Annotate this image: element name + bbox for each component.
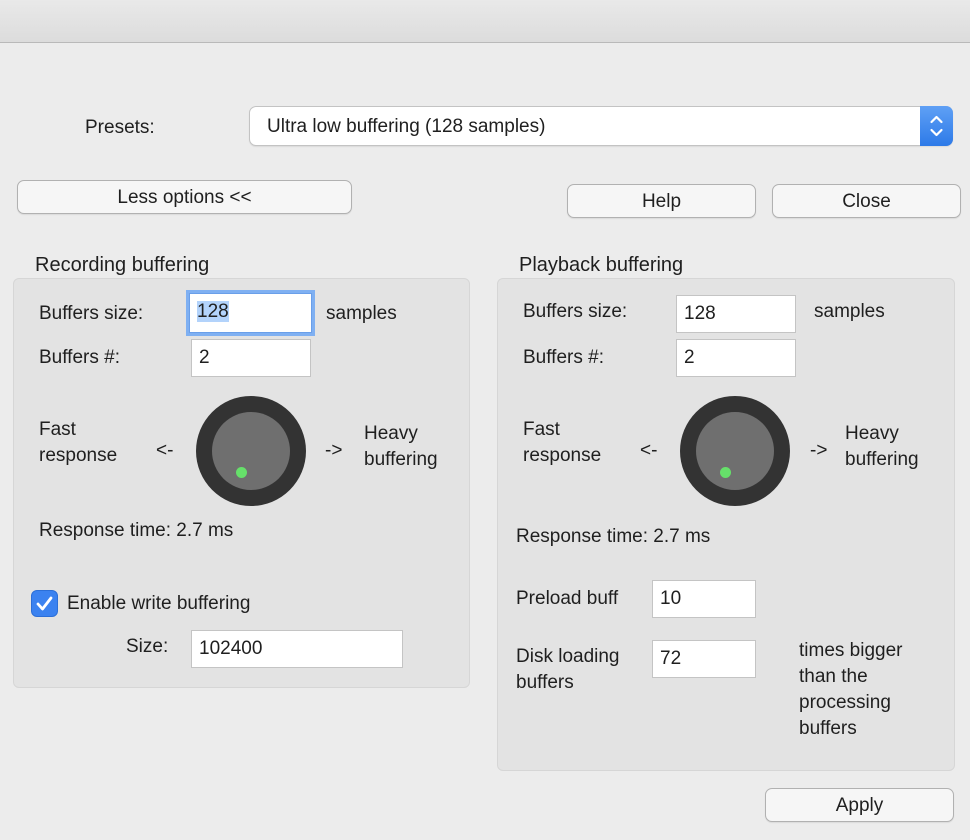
apply-button[interactable]: Apply	[765, 788, 954, 822]
recording-buffers-size-label: Buffers size:	[39, 303, 144, 324]
playback-buffers-count-input[interactable]: 2	[676, 339, 796, 377]
playback-fast-label-2: response	[523, 445, 602, 466]
recording-buffers-size-value: 128	[197, 301, 229, 322]
enable-write-buffering-label[interactable]: Enable write buffering	[67, 592, 250, 616]
presets-label: Presets:	[85, 117, 155, 138]
times-bigger-text-1: times bigger	[799, 640, 903, 661]
disk-loading-input[interactable]: 72	[652, 640, 756, 678]
playback-response-time: Response time: 2.7 ms	[516, 526, 711, 547]
times-bigger-text-2: than the	[799, 666, 868, 687]
recording-buffering-knob[interactable]	[196, 396, 306, 506]
disk-loading-label-1: Disk loading	[516, 646, 620, 667]
playback-samples-label: samples	[814, 301, 885, 322]
playback-fast-label-1: Fast	[523, 419, 560, 440]
playback-buffers-size-label: Buffers size:	[523, 301, 628, 322]
preload-buffers-input[interactable]: 10	[652, 580, 756, 618]
recording-response-time: Response time: 2.7 ms	[39, 520, 234, 541]
preload-buffers-label: Preload buff	[516, 588, 619, 609]
playback-heavy-label-1: Heavy	[845, 423, 899, 444]
recording-fast-label-2: response	[39, 445, 118, 466]
chevron-up-down-icon	[920, 106, 953, 146]
playback-buffers-count-label: Buffers #:	[523, 347, 604, 368]
knob-face	[212, 412, 290, 490]
playback-buffering-title: Playback buffering	[519, 254, 684, 276]
playback-heavy-label-2: buffering	[845, 449, 919, 470]
playback-buffering-knob[interactable]	[680, 396, 790, 506]
playback-right-arrow: ->	[810, 440, 828, 461]
recording-heavy-label-2: buffering	[364, 449, 438, 470]
checkmark-icon	[36, 596, 53, 611]
disk-loading-label-2: buffers	[516, 672, 574, 693]
help-button[interactable]: Help	[567, 184, 756, 218]
recording-right-arrow: ->	[325, 440, 343, 461]
window-titlebar	[0, 0, 970, 43]
recording-buffering-title: Recording buffering	[35, 254, 210, 276]
times-bigger-text-3: processing	[799, 692, 891, 713]
recording-buffers-count-input[interactable]: 2	[191, 339, 311, 377]
recording-fast-label-1: Fast	[39, 419, 76, 440]
recording-heavy-label-1: Heavy	[364, 423, 418, 444]
playback-left-arrow: <-	[640, 440, 658, 461]
enable-write-buffering-checkbox[interactable]	[31, 590, 58, 617]
close-button[interactable]: Close	[772, 184, 961, 218]
knob-indicator-dot	[236, 467, 247, 478]
less-options-button[interactable]: Less options <<	[17, 180, 352, 214]
presets-select[interactable]: Ultra low buffering (128 samples)	[249, 106, 953, 146]
knob-face	[696, 412, 774, 490]
write-size-label: Size:	[126, 636, 169, 657]
playback-buffers-size-input[interactable]: 128	[676, 295, 796, 333]
recording-buffers-count-label: Buffers #:	[39, 347, 120, 368]
times-bigger-text-4: buffers	[799, 718, 857, 739]
write-size-input[interactable]: 102400	[191, 630, 403, 668]
presets-select-value: Ultra low buffering (128 samples)	[267, 116, 546, 137]
recording-samples-label: samples	[326, 303, 397, 324]
knob-indicator-dot	[720, 467, 731, 478]
recording-left-arrow: <-	[156, 440, 174, 461]
recording-buffers-size-input[interactable]: 128	[189, 293, 312, 333]
